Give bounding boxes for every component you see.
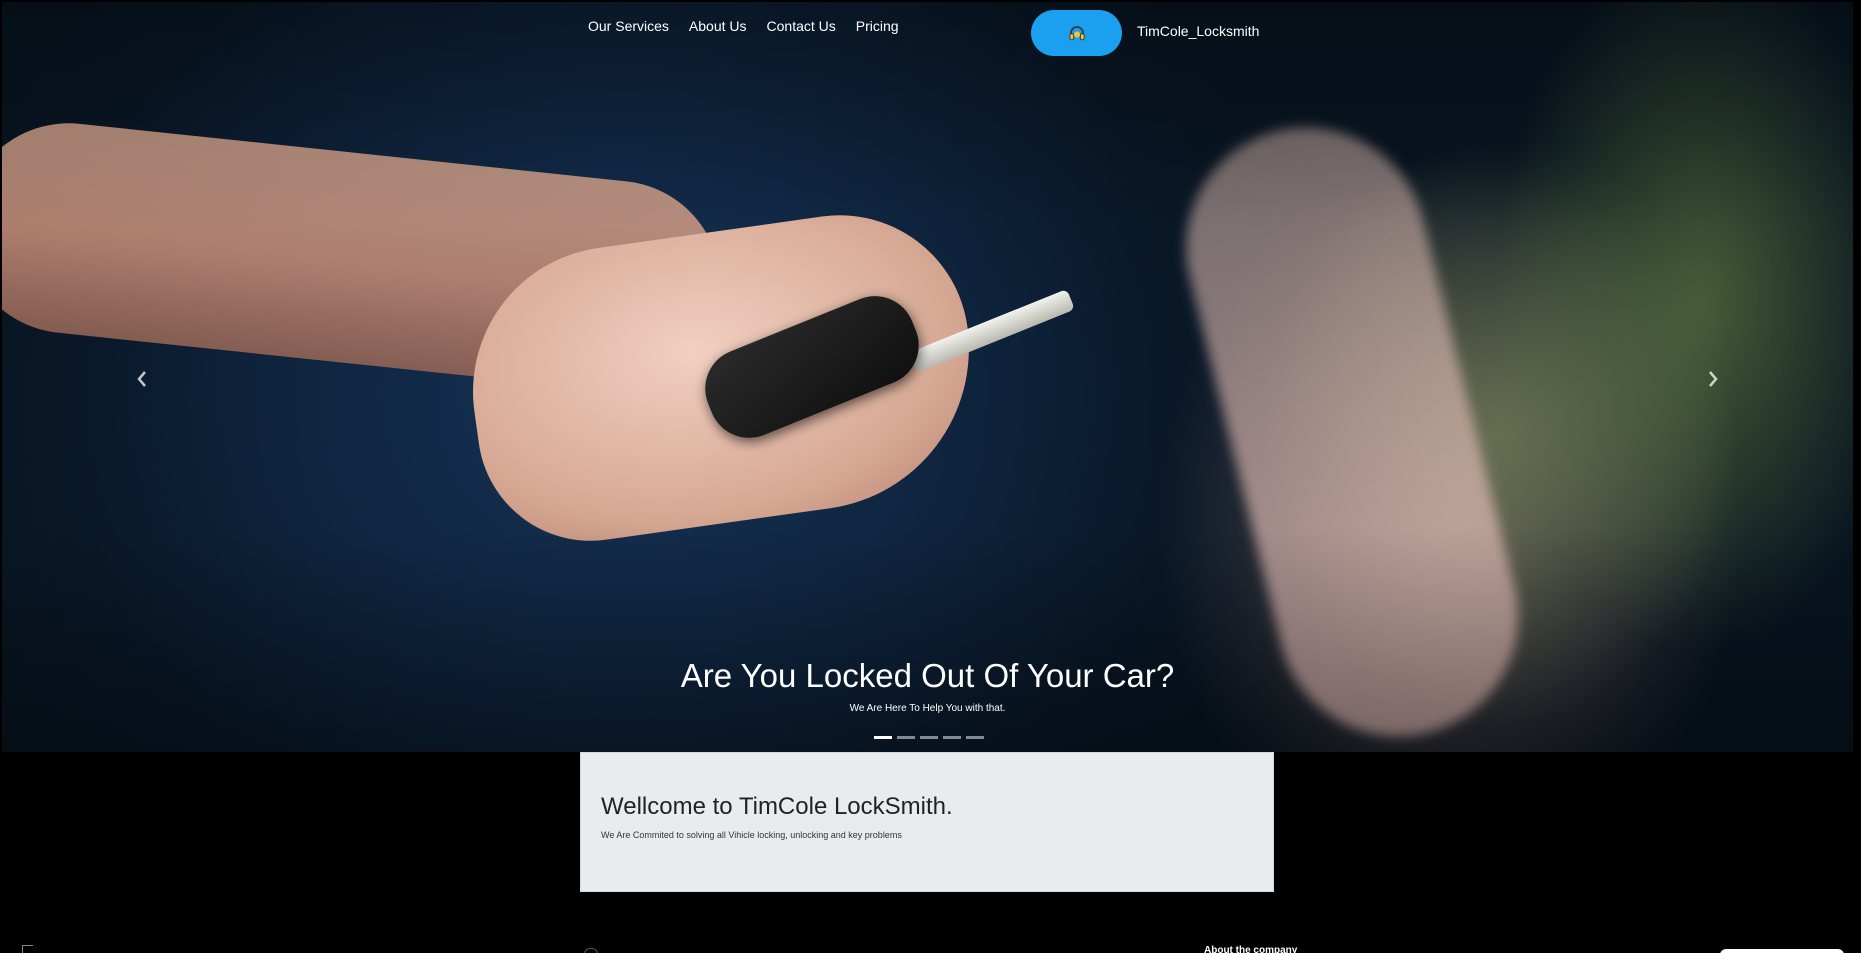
hero-carousel: Our Services About Us Contact Us Pricing… [2,2,1853,752]
hero-overlay [2,2,1853,752]
main-nav: Our Services About Us Contact Us Pricing [588,18,899,34]
carousel-prev-button[interactable] [136,369,148,393]
chevron-left-icon [137,371,146,387]
carousel-subtitle: We Are Here To Help You with that. [849,703,1006,714]
carousel-indicator[interactable] [874,736,892,739]
carousel-indicator[interactable] [897,736,915,739]
nav-item-contact-us[interactable]: Contact Us [767,18,836,34]
nav-item-pricing[interactable]: Pricing [856,18,899,34]
carousel-next-button[interactable] [1707,369,1719,393]
carousel-title: Are You Locked Out Of Your Car? [680,657,1175,694]
nav-item-our-services[interactable]: Our Services [588,18,669,34]
welcome-heading: Wellcome to TimCole LockSmith. [601,793,953,820]
welcome-card: Wellcome to TimCole LockSmith. We Are Co… [580,752,1274,892]
footer-about-heading: About the company [1204,945,1298,953]
footer-icon [584,948,598,953]
carousel-caption: Are You Locked Out Of Your Car? We Are H… [2,657,1853,714]
welcome-text: We Are Commited to solving all Vihicle l… [601,830,902,840]
carousel-indicators [874,736,984,739]
footer-logo-image [22,945,33,953]
chevron-right-icon [1709,371,1718,387]
nav-item-about-us[interactable]: About Us [689,18,747,34]
headset-icon [1068,26,1085,41]
carousel-indicator[interactable] [920,736,938,739]
carousel-indicator[interactable] [966,736,984,739]
footer-input[interactable] [1720,949,1844,953]
brand-name[interactable]: TimCole_Locksmith [1137,23,1259,39]
carousel-indicator[interactable] [943,736,961,739]
call-button[interactable] [1031,10,1122,56]
page: Our Services About Us Contact Us Pricing… [0,0,1861,953]
